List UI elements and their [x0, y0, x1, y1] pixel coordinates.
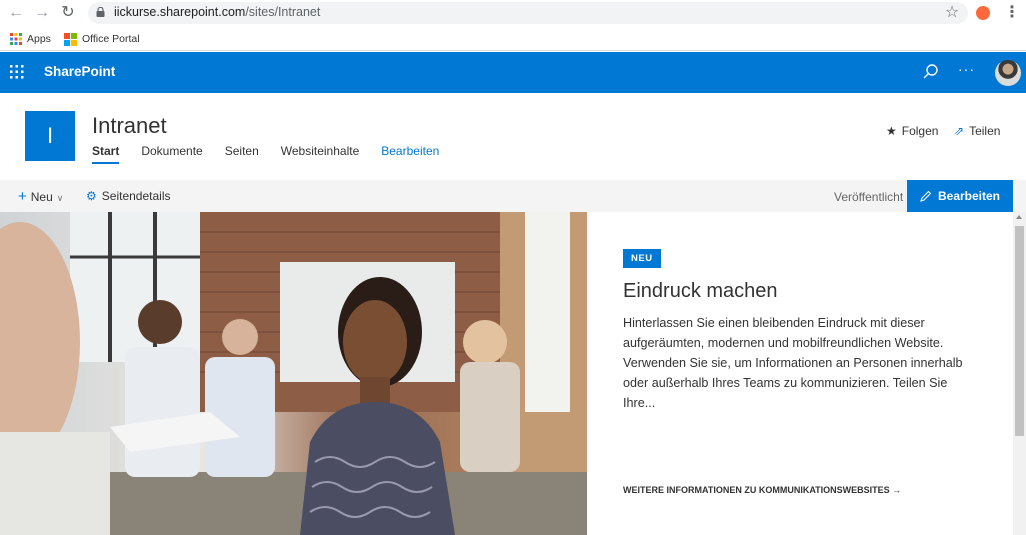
hero-title[interactable]: Eindruck machen — [623, 280, 778, 303]
bookmarks-bar: Apps Office Portal — [0, 27, 1026, 51]
sharepoint-brand[interactable]: SharePoint — [44, 64, 115, 79]
browser-toolbar: ← → ↻ iickurse.sharepoint.com/sites/Intr… — [0, 0, 1026, 26]
nav-edit-link[interactable]: Bearbeiten — [381, 144, 439, 164]
command-bar: + Neu ∨ ⚙ Seitendetails Veröffentlicht Bear… — [0, 180, 1026, 212]
nav-item-seiten[interactable]: Seiten — [225, 144, 259, 164]
page-details-button[interactable]: ⚙ Seitendetails — [86, 189, 170, 203]
apps-grid-icon — [10, 33, 22, 45]
follow-button[interactable]: ★ Folgen — [886, 124, 938, 138]
new-badge: NEU — [623, 249, 661, 268]
pencil-icon — [920, 190, 932, 202]
forward-arrow-icon[interactable]: → — [32, 3, 52, 23]
nav-item-start[interactable]: Start — [92, 144, 120, 164]
office-meeting-photo — [0, 212, 587, 535]
suite-bar: SharePoint ··· — [0, 52, 1026, 93]
plus-icon: + — [18, 188, 27, 205]
gear-icon: ⚙ — [86, 189, 97, 203]
bookmark-apps[interactable]: Apps — [10, 31, 51, 47]
avatar[interactable] — [995, 60, 1021, 86]
new-button[interactable]: + Neu ∨ — [18, 188, 63, 205]
office-logo-icon — [64, 32, 77, 46]
site-header: I Intranet Start Dokumente Seiten Websit… — [0, 93, 1026, 180]
browser-menu-icon[interactable]: ⋮ — [1004, 3, 1020, 23]
bookmark-office-portal[interactable]: Office Portal — [64, 31, 140, 47]
hero-description: Hinterlassen Sie einen bleibenden Eindru… — [623, 316, 963, 410]
share-button[interactable]: ⇗ Teilen — [954, 124, 1000, 138]
scroll-thumb[interactable] — [1015, 226, 1024, 436]
star-icon: ★ — [886, 124, 897, 138]
hero-image[interactable] — [0, 212, 587, 535]
nav-item-websiteinhalte[interactable]: Websiteinhalte — [281, 144, 360, 164]
site-navigation: Start Dokumente Seiten Websiteinhalte Be… — [92, 144, 439, 164]
app-launcher-icon[interactable] — [10, 65, 24, 79]
url-text: iickurse.sharepoint.com/sites/Intranet — [114, 5, 321, 19]
nav-item-dokumente[interactable]: Dokumente — [141, 144, 202, 164]
learn-more-link[interactable]: WEITERE INFORMATIONEN ZU KOMMUNIKATIONSW… — [623, 485, 901, 495]
hero-text-panel: NEU Eindruck machen Hinterlassen Sie ein… — [587, 212, 1013, 535]
back-arrow-icon[interactable]: ← — [6, 3, 26, 23]
search-icon[interactable] — [922, 63, 940, 81]
reload-icon[interactable]: ↻ — [58, 3, 78, 23]
edit-button[interactable]: Bearbeiten — [907, 180, 1013, 212]
address-bar[interactable]: iickurse.sharepoint.com/sites/Intranet — [88, 2, 968, 24]
bookmark-star-icon[interactable]: ☆ — [942, 3, 962, 23]
share-icon: ⇗ — [954, 124, 965, 138]
page-scrollbar[interactable] — [1013, 212, 1026, 535]
site-logo[interactable]: I — [25, 111, 75, 161]
lock-icon — [96, 7, 105, 17]
publish-status: Veröffentlicht — [834, 190, 904, 204]
chevron-down-icon: ∨ — [56, 193, 64, 203]
site-title[interactable]: Intranet — [92, 113, 167, 139]
more-options-icon[interactable]: ··· — [958, 61, 975, 77]
scroll-up-icon[interactable] — [1016, 215, 1022, 219]
extension-icon[interactable] — [976, 6, 990, 20]
